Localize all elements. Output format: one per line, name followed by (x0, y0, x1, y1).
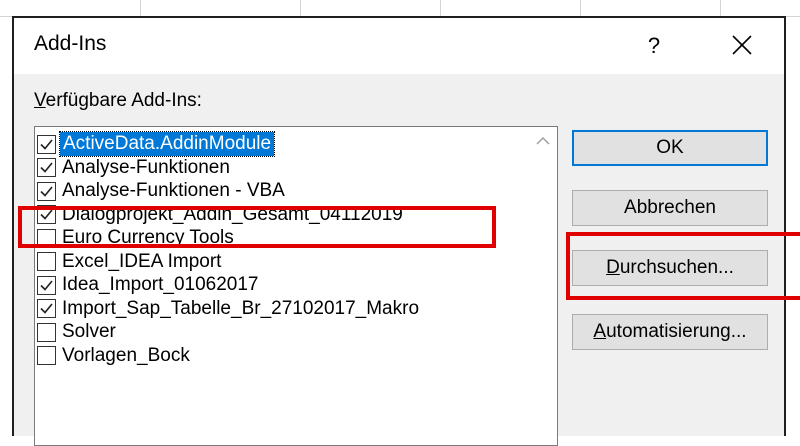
list-item-label: Solver (62, 321, 116, 342)
cancel-button[interactable]: Abbrechen (572, 190, 768, 226)
title-bar: Add-Ins ? (14, 18, 784, 74)
sheet-column-divider (440, 0, 441, 16)
list-item-label: Dialogprojekt_Addin_Gesamt_04112019 (62, 203, 403, 225)
sheet-column-divider (720, 0, 721, 16)
available-addins-label-text: erfügbare Add-Ins: (45, 90, 202, 111)
list-item[interactable]: Import_Sap_Tabelle_Br_27102017_Makro (37, 296, 419, 322)
list-item[interactable]: Dialogprojekt_Addin_Gesamt_04112019 (37, 202, 403, 228)
checkbox-checked[interactable] (37, 299, 56, 318)
sheet-column-divider (580, 0, 581, 16)
list-item-label: Analyse-Funktionen (62, 156, 230, 178)
checkbox-checked[interactable] (37, 158, 56, 177)
checkmark-icon (40, 162, 53, 173)
scroll-up-icon[interactable] (535, 135, 551, 147)
vertical-scrollbar[interactable] (529, 127, 557, 445)
checkmark-icon (40, 279, 53, 291)
sheet-column-divider (300, 0, 301, 16)
automation-button-label: utomatisierung... (606, 321, 747, 342)
checkbox-unchecked[interactable] (37, 322, 56, 342)
list-item[interactable]: Idea_Import_01062017 (37, 272, 259, 298)
list-item-label: Import_Sap_Tabelle_Br_27102017_Makro (62, 297, 420, 319)
dialog-title: Add-Ins (34, 32, 107, 55)
checkbox-unchecked[interactable] (37, 252, 56, 271)
ok-button[interactable]: OK (572, 130, 768, 166)
add-ins-dialog: Add-Ins ? Verfügbare Add-Ins: ActiveData… (12, 16, 800, 446)
accesskey-d: D (606, 257, 620, 278)
spreadsheet-background (0, 0, 800, 17)
list-item[interactable]: Vorlagen_Bock (37, 343, 190, 369)
close-icon (732, 35, 752, 55)
list-item[interactable]: Analyse-Funktionen (37, 155, 230, 181)
checkmark-icon (40, 303, 53, 314)
checkmark-icon (40, 209, 53, 220)
list-item-label: Idea_Import_01062017 (62, 274, 259, 295)
addins-listbox[interactable]: ActiveData.AddinModule Analyse-Funktionen… (34, 126, 558, 446)
checkbox-unchecked[interactable] (37, 346, 56, 365)
list-item[interactable]: Euro Currency Tools (37, 225, 234, 251)
browse-button-label: urchsuchen... (619, 257, 734, 278)
checkbox-checked[interactable] (37, 205, 56, 224)
accesskey-a: A (593, 321, 607, 342)
checkbox-checked[interactable] (37, 275, 56, 295)
checkmark-icon (40, 138, 53, 150)
checkbox-checked[interactable] (37, 134, 56, 154)
close-button[interactable] (714, 24, 770, 66)
list-item[interactable]: Excel_IDEA Import (37, 249, 221, 275)
browse-button[interactable]: Durchsuchen... (572, 250, 768, 286)
checkbox-unchecked[interactable] (37, 228, 56, 248)
automation-button[interactable]: Automatisierung... (572, 314, 768, 350)
help-button[interactable]: ? (634, 28, 674, 64)
checkmark-icon (40, 185, 53, 197)
list-item-label: Euro Currency Tools (62, 227, 234, 248)
list-item[interactable]: Solver (37, 319, 116, 345)
list-item-label: ActiveData.AddinModule (58, 131, 276, 157)
list-item[interactable]: ActiveData.AddinModule (37, 131, 276, 157)
list-item-label: Excel_IDEA Import (62, 250, 222, 272)
accesskey-v: V (34, 90, 46, 111)
list-item-label: Vorlagen_Bock (62, 344, 190, 366)
list-item[interactable]: Analyse-Funktionen - VBA (37, 178, 285, 204)
checkbox-checked[interactable] (37, 181, 56, 201)
available-addins-label: Verfügbare Add-Ins: (34, 90, 202, 112)
list-item-label: Analyse-Funktionen - VBA (62, 180, 285, 201)
sheet-column-divider (140, 0, 141, 16)
